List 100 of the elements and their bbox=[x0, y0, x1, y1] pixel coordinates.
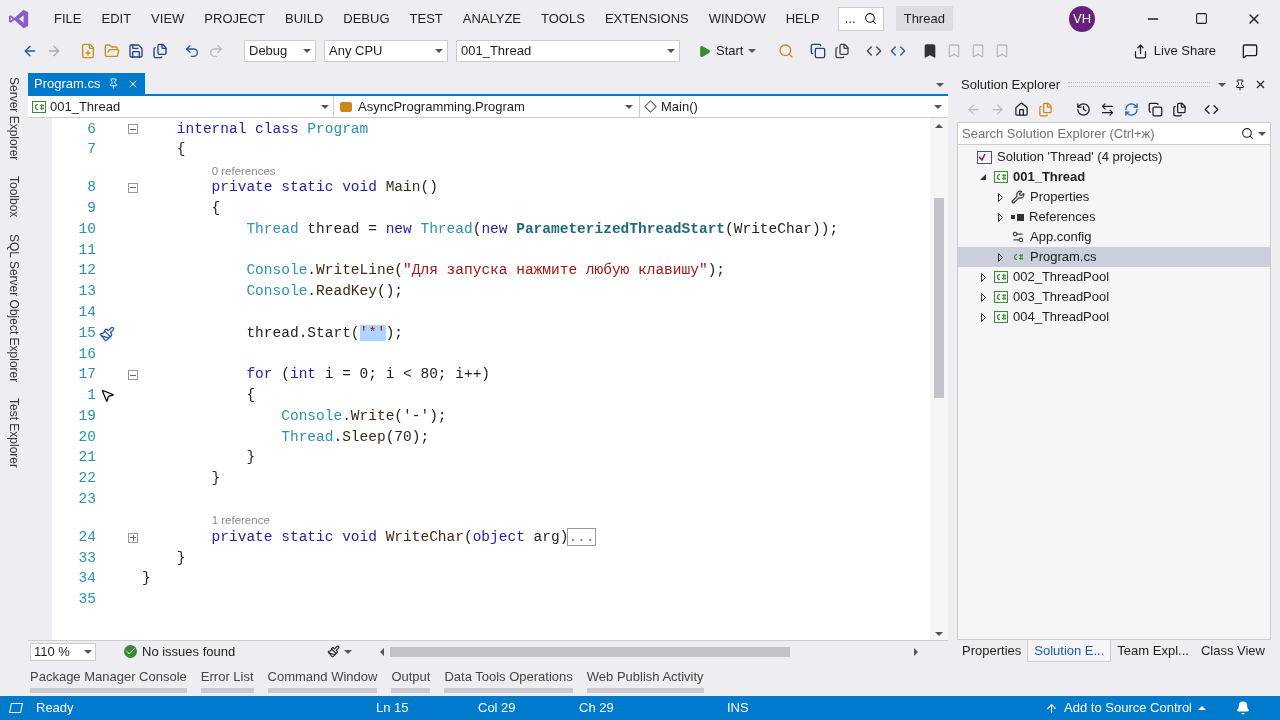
tree-item[interactable]: References bbox=[958, 207, 1270, 227]
dropdown-arrow-icon[interactable] bbox=[84, 649, 92, 654]
horizontal-scrollbar-thumb[interactable] bbox=[390, 646, 790, 657]
show-all-files-icon[interactable] bbox=[1172, 101, 1187, 117]
expanded-arrow-icon[interactable] bbox=[980, 174, 986, 180]
brush-icon[interactable] bbox=[327, 645, 340, 658]
scroll-left-icon[interactable] bbox=[380, 647, 384, 656]
maximize-icon[interactable] bbox=[1195, 12, 1208, 25]
collapse-icon[interactable] bbox=[128, 370, 138, 381]
undo-icon[interactable] bbox=[184, 43, 200, 59]
home-icon[interactable] bbox=[1014, 101, 1029, 117]
vertical-scrollbar-thumb[interactable] bbox=[934, 198, 944, 398]
type-dropdown[interactable]: AsyncProgramming.Program bbox=[334, 96, 640, 117]
tree-item[interactable]: 002_ThreadPool bbox=[958, 267, 1270, 287]
char-indicator: Ch 29 bbox=[579, 699, 615, 718]
collapsed-arrow-icon[interactable] bbox=[997, 252, 1003, 262]
line-number: 19 bbox=[77, 406, 96, 426]
dropdown-arrow-icon[interactable] bbox=[303, 49, 311, 53]
project-dropdown[interactable]: 001_Thread bbox=[28, 96, 334, 117]
dropdown-arrow-icon[interactable] bbox=[934, 104, 942, 109]
startup-project-dropdown[interactable]: 001_Thread bbox=[456, 40, 680, 62]
panel-tab[interactable]: Properties bbox=[956, 640, 1028, 662]
collapse-icon[interactable] bbox=[128, 124, 138, 135]
zoom-dropdown[interactable]: 110 % bbox=[30, 642, 96, 661]
tree-item[interactable]: 001_Thread bbox=[958, 167, 1270, 187]
tree-item[interactable]: Program.cs bbox=[958, 247, 1270, 267]
solution-name: Thread bbox=[895, 5, 953, 32]
pending-changes-icon[interactable] bbox=[1076, 101, 1091, 117]
panel-tab[interactable]: Team Expl... bbox=[1111, 640, 1195, 662]
side-panel-tab[interactable]: Toolbox bbox=[5, 176, 23, 218]
menu-item[interactable]: BUILD bbox=[275, 8, 334, 29]
code-lens[interactable]: 0 references bbox=[211, 163, 276, 178]
menu-item[interactable]: PROJECT bbox=[194, 8, 275, 29]
line-number: 17 bbox=[77, 365, 96, 385]
configuration-dropdown[interactable]: Debug bbox=[244, 40, 316, 62]
tree-item[interactable]: App.config bbox=[958, 227, 1270, 247]
collapsed-arrow-icon[interactable] bbox=[997, 192, 1003, 202]
search-field[interactable]: Search Solution Explorer (Ctrl+ж) bbox=[958, 123, 1270, 145]
dropdown-arrow-icon[interactable] bbox=[667, 49, 675, 53]
menu-item[interactable]: WINDOW bbox=[698, 8, 776, 29]
menu-item[interactable]: VIEW bbox=[141, 8, 195, 29]
menu-item[interactable]: FILE bbox=[44, 8, 92, 29]
start-button[interactable]: Start bbox=[694, 41, 761, 61]
collapsed-arrow-icon[interactable] bbox=[980, 312, 986, 322]
tree-item[interactable]: Solution 'Thread' (4 projects) bbox=[958, 147, 1270, 167]
menu-item[interactable]: HELP bbox=[775, 8, 830, 29]
feedback-icon[interactable] bbox=[1242, 43, 1258, 59]
dropdown-arrow-icon[interactable] bbox=[1258, 131, 1266, 136]
dropdown-arrow-icon[interactable] bbox=[344, 649, 352, 654]
side-panel-tab[interactable]: SQL Server Object Explorer bbox=[5, 233, 23, 383]
panel-tab[interactable]: Class View bbox=[1194, 640, 1271, 662]
scroll-right-icon[interactable] bbox=[914, 647, 918, 656]
dropdown-arrow-icon[interactable] bbox=[625, 104, 633, 109]
collapsed-arrow-icon[interactable] bbox=[980, 272, 986, 282]
expand-icon[interactable] bbox=[128, 532, 138, 543]
back-icon[interactable] bbox=[22, 43, 38, 59]
scroll-down-icon[interactable] bbox=[935, 632, 943, 636]
refresh-icon[interactable] bbox=[1124, 101, 1139, 117]
tree-item[interactable]: 003_ThreadPool bbox=[958, 287, 1270, 307]
sync-icon[interactable] bbox=[1100, 101, 1115, 117]
dropdown-arrow-icon[interactable] bbox=[321, 104, 329, 109]
menu-item[interactable]: TOOLS bbox=[531, 8, 595, 29]
live-share-button[interactable]: Live Share bbox=[1132, 41, 1216, 61]
panel-menu-icon[interactable] bbox=[1218, 82, 1226, 87]
tree-item-label: 002_ThreadPool bbox=[1013, 268, 1110, 287]
new-file-icon[interactable] bbox=[80, 43, 96, 59]
pin-icon[interactable] bbox=[1234, 78, 1246, 91]
platform-dropdown[interactable]: Any CPU bbox=[324, 40, 448, 62]
save-icon[interactable] bbox=[128, 43, 144, 59]
tree-item[interactable]: Properties bbox=[958, 187, 1270, 207]
tree-item[interactable]: 004_ThreadPool bbox=[958, 307, 1270, 327]
code-line: } bbox=[175, 548, 186, 568]
dropdown-arrow-icon[interactable] bbox=[435, 49, 443, 53]
menu-item[interactable]: ANALYZE bbox=[452, 8, 532, 29]
search-field[interactable]: ... bbox=[837, 6, 884, 31]
account-avatar[interactable]: VH bbox=[1069, 5, 1095, 32]
menu-item[interactable]: EXTENSIONS bbox=[594, 8, 699, 29]
source-control-button[interactable]: Add to Source Control bbox=[1045, 698, 1206, 718]
find-icon[interactable] bbox=[778, 43, 795, 59]
issues-status[interactable]: No issues found bbox=[142, 641, 307, 662]
side-panel-tab[interactable]: Server Explorer bbox=[5, 77, 23, 161]
member-dropdown[interactable]: Main() bbox=[640, 96, 948, 117]
open-folder-icon[interactable] bbox=[104, 43, 120, 59]
code-lens[interactable]: 1 reference bbox=[211, 513, 270, 528]
collapsed-arrow-icon[interactable] bbox=[980, 292, 986, 302]
scroll-up-icon[interactable] bbox=[935, 124, 943, 128]
dropdown-arrow-icon[interactable] bbox=[748, 49, 757, 53]
code-line: for (int i = 0; i < 80; i++) bbox=[245, 365, 491, 385]
quick-action-icon[interactable] bbox=[99, 325, 115, 342]
collapsed-arrow-icon[interactable] bbox=[997, 212, 1003, 222]
side-panel-tab[interactable]: Test Explorer bbox=[5, 398, 23, 469]
vertical-scrollbar[interactable] bbox=[930, 118, 948, 640]
menu-item[interactable]: TEST bbox=[399, 8, 453, 29]
menu-item[interactable]: EDIT bbox=[91, 8, 142, 29]
notification-icon[interactable] bbox=[1236, 701, 1250, 715]
close-icon[interactable] bbox=[1254, 78, 1267, 91]
menu-item[interactable]: DEBUG bbox=[333, 8, 400, 29]
tab-list-icon[interactable] bbox=[936, 83, 944, 87]
collapse-icon[interactable] bbox=[128, 183, 138, 193]
panel-tab[interactable]: Solution E... bbox=[1027, 640, 1112, 662]
